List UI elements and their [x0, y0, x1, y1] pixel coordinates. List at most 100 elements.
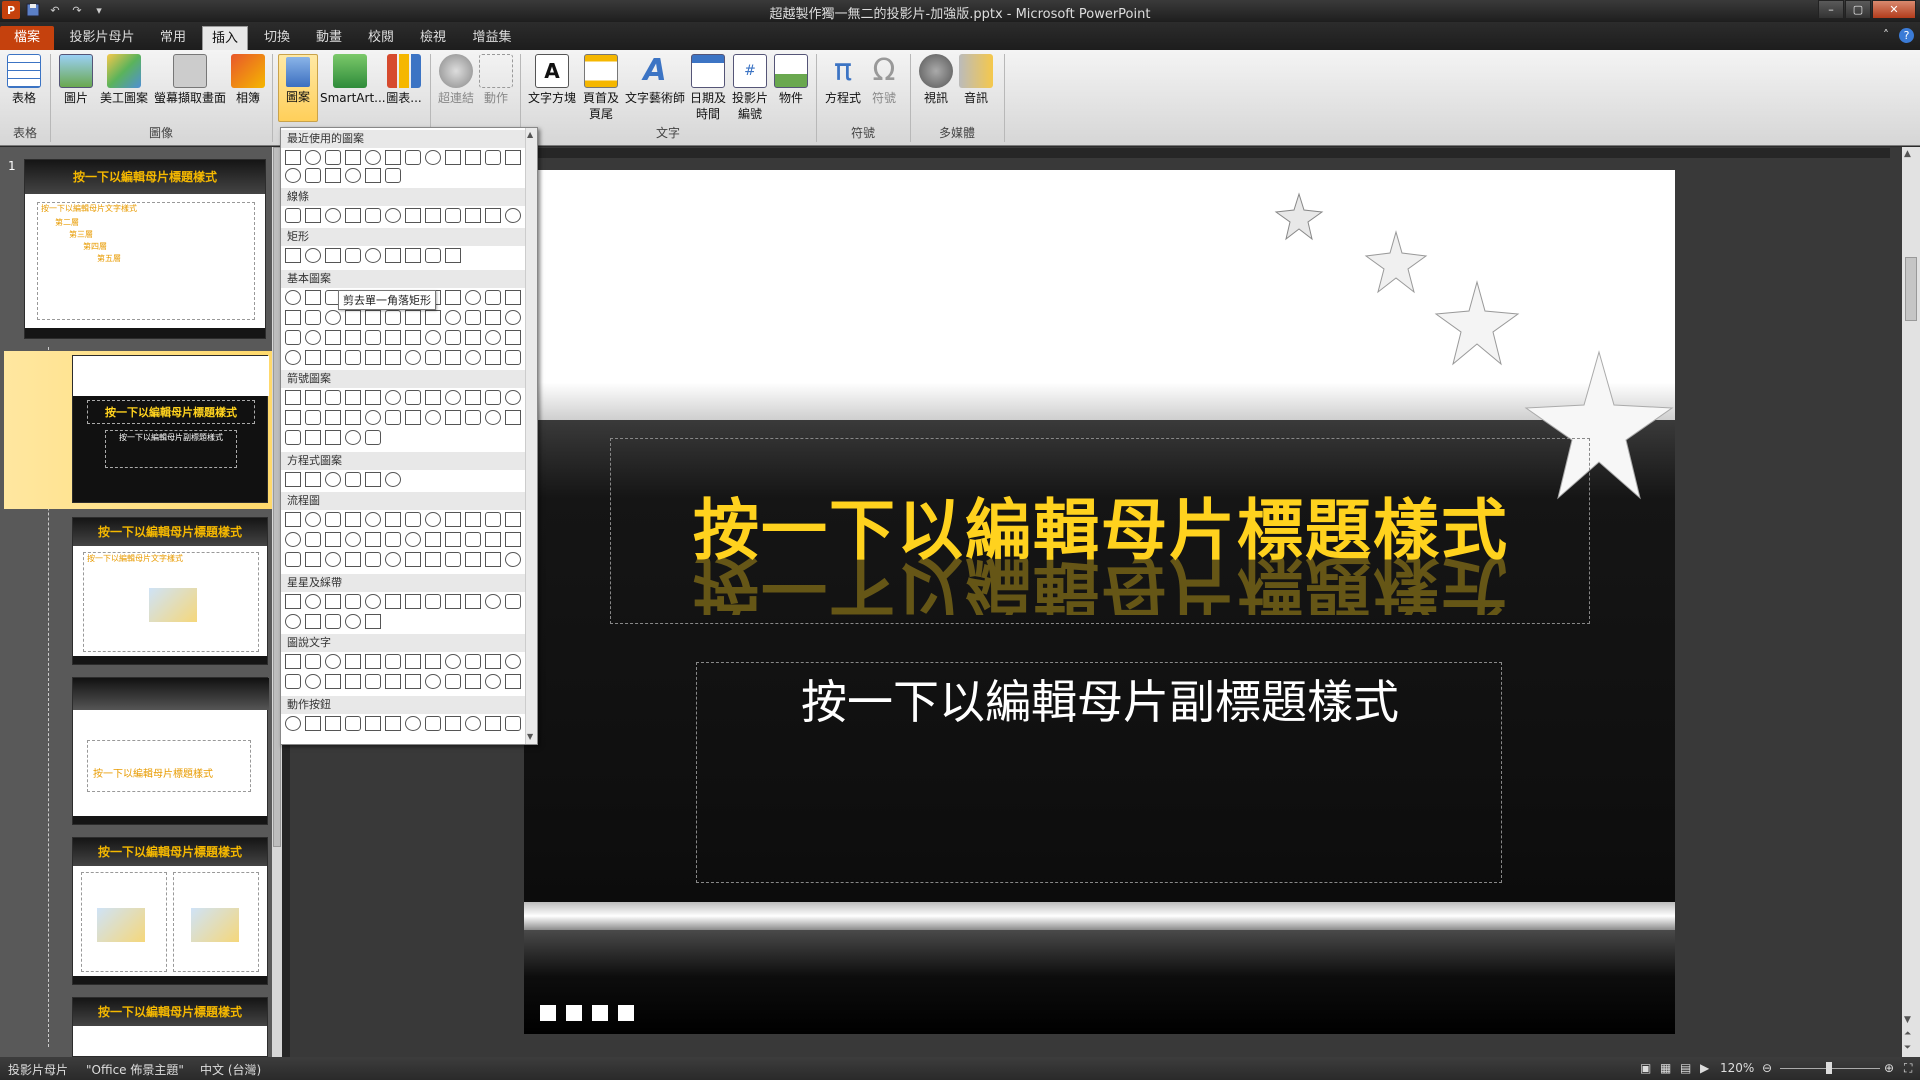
- shape-swatch[interactable]: [505, 208, 521, 223]
- shape-swatch[interactable]: [345, 208, 361, 223]
- header-footer-button[interactable]: 頁首及 頁尾: [578, 54, 624, 122]
- shape-swatch[interactable]: [385, 716, 401, 731]
- thumbnail-layout-content[interactable]: 按一下以編輯母片標題樣式 按一下以編輯母片文字樣式: [72, 517, 268, 665]
- shape-swatch[interactable]: [365, 390, 381, 405]
- shape-swatch[interactable]: [485, 552, 501, 567]
- shape-swatch[interactable]: [305, 512, 321, 527]
- gallery-scrollbar[interactable]: ▲ ▼: [525, 128, 537, 744]
- equation-button[interactable]: π 方程式: [822, 54, 864, 106]
- shape-swatch[interactable]: [305, 410, 321, 425]
- shape-swatch[interactable]: [405, 594, 421, 609]
- shape-swatch[interactable]: [405, 310, 421, 325]
- shape-swatch[interactable]: [305, 350, 321, 365]
- clipart-button[interactable]: 美工圖案: [98, 54, 150, 106]
- shape-swatch[interactable]: [505, 390, 521, 405]
- shape-swatch[interactable]: [305, 654, 321, 669]
- shape-swatch[interactable]: [445, 552, 461, 567]
- shape-swatch[interactable]: [385, 248, 401, 263]
- shape-swatch[interactable]: [325, 330, 341, 345]
- audio-button[interactable]: 音訊: [956, 54, 996, 106]
- restore-button[interactable]: ▢: [1845, 0, 1871, 19]
- shape-swatch[interactable]: [385, 330, 401, 345]
- shape-swatch[interactable]: [405, 674, 421, 689]
- shape-swatch[interactable]: [325, 532, 341, 547]
- shape-swatch[interactable]: [305, 390, 321, 405]
- shape-swatch[interactable]: [305, 208, 321, 223]
- previous-slide-icon[interactable]: ⏶: [1904, 1029, 1911, 1039]
- shape-swatch[interactable]: [325, 350, 341, 365]
- shape-swatch[interactable]: [485, 208, 501, 223]
- shape-swatch[interactable]: [345, 532, 361, 547]
- shape-swatch[interactable]: [445, 208, 461, 223]
- shape-swatch[interactable]: [345, 248, 361, 263]
- shape-swatch[interactable]: [405, 390, 421, 405]
- shape-swatch[interactable]: [285, 350, 301, 365]
- shape-swatch[interactable]: [425, 512, 441, 527]
- shape-swatch[interactable]: [285, 410, 301, 425]
- video-button[interactable]: 視訊: [916, 54, 956, 106]
- shape-swatch[interactable]: [485, 390, 501, 405]
- shape-swatch[interactable]: [485, 674, 501, 689]
- shape-swatch[interactable]: [325, 552, 341, 567]
- shape-swatch[interactable]: [385, 594, 401, 609]
- shape-swatch[interactable]: [505, 654, 521, 669]
- shape-swatch[interactable]: [285, 472, 301, 487]
- shape-swatch[interactable]: [365, 472, 381, 487]
- shape-swatch[interactable]: [325, 654, 341, 669]
- shape-swatch[interactable]: [385, 654, 401, 669]
- zoom-in-icon[interactable]: ⊕: [1884, 1061, 1894, 1075]
- shape-swatch[interactable]: [285, 716, 301, 731]
- close-button[interactable]: ✕: [1872, 0, 1916, 19]
- fit-to-window-icon[interactable]: ⛶: [1904, 1061, 1912, 1076]
- shape-swatch[interactable]: [465, 290, 481, 305]
- shape-swatch[interactable]: [345, 512, 361, 527]
- shape-swatch[interactable]: [465, 350, 481, 365]
- table-button[interactable]: 表格: [4, 54, 44, 106]
- shape-swatch[interactable]: [365, 594, 381, 609]
- album-button[interactable]: 相簿: [228, 54, 268, 106]
- shape-swatch[interactable]: [445, 150, 461, 165]
- shape-swatch[interactable]: [445, 674, 461, 689]
- shape-swatch[interactable]: [285, 430, 301, 445]
- minimize-ribbon-icon[interactable]: ˄: [1883, 28, 1889, 43]
- shape-swatch[interactable]: [305, 674, 321, 689]
- shape-swatch[interactable]: [385, 552, 401, 567]
- shape-swatch[interactable]: [325, 512, 341, 527]
- shape-swatch[interactable]: [485, 150, 501, 165]
- shape-swatch[interactable]: [425, 150, 441, 165]
- shape-swatch[interactable]: [425, 330, 441, 345]
- subtitle-placeholder[interactable]: 按一下以編輯母片副標題樣式: [696, 662, 1502, 883]
- shape-swatch[interactable]: [305, 472, 321, 487]
- shape-swatch[interactable]: [305, 290, 321, 305]
- shape-swatch[interactable]: [305, 430, 321, 445]
- shape-swatch[interactable]: [305, 716, 321, 731]
- shape-swatch[interactable]: [405, 350, 421, 365]
- shape-swatch[interactable]: [345, 552, 361, 567]
- shape-swatch[interactable]: [365, 330, 381, 345]
- shape-swatch[interactable]: [385, 674, 401, 689]
- shape-swatch[interactable]: [325, 390, 341, 405]
- tab-transitions[interactable]: 切換: [254, 26, 300, 50]
- shape-swatch[interactable]: [285, 674, 301, 689]
- shape-swatch[interactable]: [425, 552, 441, 567]
- shape-swatch[interactable]: [345, 674, 361, 689]
- scrollbar-thumb[interactable]: [1905, 257, 1917, 321]
- shape-swatch[interactable]: [365, 614, 381, 629]
- shape-swatch[interactable]: [505, 310, 521, 325]
- shape-swatch[interactable]: [345, 654, 361, 669]
- shape-swatch[interactable]: [385, 310, 401, 325]
- shape-swatch[interactable]: [425, 654, 441, 669]
- shape-swatch[interactable]: [465, 532, 481, 547]
- textbox-button[interactable]: A 文字方塊: [526, 54, 578, 106]
- shape-swatch[interactable]: [285, 552, 301, 567]
- shape-swatch[interactable]: [505, 350, 521, 365]
- shape-swatch[interactable]: [445, 248, 461, 263]
- shape-swatch[interactable]: [485, 290, 501, 305]
- shape-swatch[interactable]: [485, 350, 501, 365]
- next-slide-icon[interactable]: ⏷: [1904, 1043, 1911, 1053]
- shape-swatch[interactable]: [445, 594, 461, 609]
- shape-swatch[interactable]: [285, 150, 301, 165]
- shape-swatch[interactable]: [285, 654, 301, 669]
- shape-swatch[interactable]: [305, 248, 321, 263]
- action-button[interactable]: 動作: [478, 54, 514, 106]
